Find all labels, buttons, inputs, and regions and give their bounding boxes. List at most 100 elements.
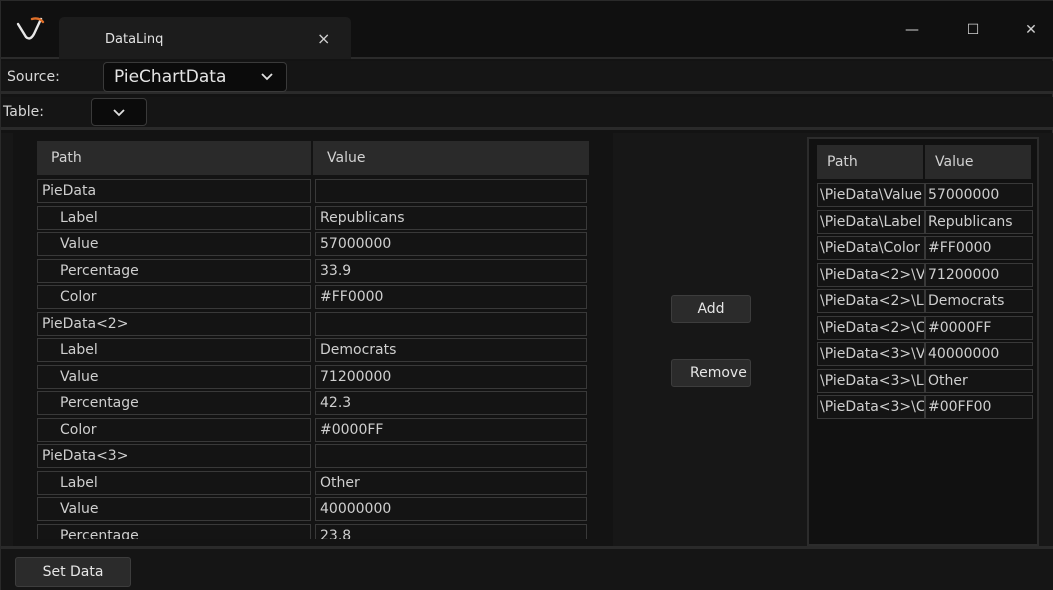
main-area: Path Value PieData Label Republicans Value 5… [1,133,1053,546]
path-cell[interactable]: PieData [37,179,311,203]
close-tab-icon[interactable]: × [317,29,330,48]
tab-datalinq[interactable]: DataLinq × [59,17,351,59]
set-data-button[interactable]: Set Data [15,557,131,587]
value-cell[interactable] [315,444,587,468]
table-row[interactable]: Label Democrats [37,338,593,365]
table-dropdown[interactable] [91,98,147,126]
path-cell[interactable]: Color [37,417,311,442]
value-cell[interactable]: #0000FF [925,315,1033,340]
remove-button[interactable]: Remove [671,359,751,387]
path-cell[interactable]: PieData<2> [37,311,311,336]
maximize-button[interactable]: ☐ [958,15,988,45]
value-cell[interactable] [315,311,587,336]
path-cell[interactable]: Label [37,205,311,230]
selected-data-rows: \PieData\Value 57000000 \PieData\Label Repu… [817,183,1035,422]
minimize-icon: — [905,22,919,38]
source-data-panel: Path Value PieData Label Republicans Value 5… [13,133,613,546]
tab-label: DataLinq [105,32,164,47]
value-cell[interactable]: Republicans [925,209,1033,234]
table-row[interactable]: Percentage 33.9 [37,258,593,286]
table-row[interactable]: PieData [37,179,593,206]
path-cell[interactable]: Value [37,232,311,256]
value-cell[interactable] [315,179,587,203]
value-cell[interactable]: Democrats [315,338,587,362]
table-row[interactable]: \PieData<3>\Value40000000 [817,342,1035,369]
path-cell[interactable]: Color [37,285,311,309]
value-cell[interactable]: 23.8 [315,523,587,539]
path-cell[interactable]: \PieData<3>\Label [817,368,925,393]
value-cell[interactable]: 40000000 [925,342,1033,366]
value-cell[interactable]: Republicans [315,205,587,230]
bottom-bar: Set Data [1,546,1053,590]
action-panel: Add Remove [613,133,807,546]
path-cell[interactable]: \PieData\Color [817,236,925,260]
value-cell[interactable]: #FF0000 [925,236,1033,260]
column-header-path[interactable]: Path [37,141,311,175]
table-row[interactable]: \PieData\Value 57000000 [817,183,1035,210]
path-cell[interactable]: PieData<3> [37,444,311,468]
path-cell[interactable]: \PieData\Label [817,209,925,234]
path-cell[interactable]: Value [37,497,311,521]
value-cell[interactable]: 71200000 [925,262,1033,287]
title-bar: DataLinq × — ☐ ✕ [1,1,1053,59]
path-cell[interactable]: \PieData<3>\Value [817,342,925,366]
table-row[interactable]: \PieData<3>\LabelOther [817,368,1035,396]
value-cell[interactable]: 42.3 [315,391,587,415]
table-row[interactable]: PieData<2> [37,311,593,339]
table-row[interactable]: Value 40000000 [37,497,593,524]
value-cell[interactable]: Other [925,368,1033,393]
value-cell[interactable]: #00FF00 [925,395,1033,419]
value-cell[interactable]: 33.9 [315,258,587,283]
value-cell[interactable]: 57000000 [925,183,1033,207]
source-label: Source: [7,69,60,85]
app-logo-icon [16,17,45,40]
add-button[interactable]: Add [671,295,751,323]
path-cell[interactable]: Percentage [37,523,311,539]
table-row[interactable]: Label Republicans [37,205,593,233]
minimize-button[interactable]: — [897,15,927,45]
value-cell[interactable]: #FF0000 [315,285,587,309]
value-cell[interactable]: 40000000 [315,497,587,521]
table-row: Table: [1,97,1053,130]
value-cell[interactable]: Democrats [925,289,1033,313]
table-row[interactable]: \PieData<2>\LabelDemocrats [817,289,1035,316]
value-cell[interactable]: #0000FF [315,417,587,442]
table-row[interactable]: Percentage 23.8 [37,523,593,539]
path-cell[interactable]: \PieData<2>\Label [817,289,925,313]
source-data-grid: Path Value PieData Label Republicans Value 5… [37,141,603,539]
table-row[interactable]: Color #FF0000 [37,285,593,312]
path-cell[interactable]: Label [37,338,311,362]
path-cell[interactable]: \PieData<3>\Color [817,395,925,419]
table-row[interactable]: \PieData\Label Republicans [817,209,1035,237]
path-cell[interactable]: Percentage [37,258,311,283]
path-cell[interactable]: Value [37,364,311,389]
column-header-path[interactable]: Path [817,145,923,179]
column-header-value[interactable]: Value [925,145,1031,179]
table-row[interactable]: Value 71200000 [37,364,593,392]
path-cell[interactable]: \PieData<2>\Color [817,315,925,340]
path-cell[interactable]: Label [37,470,311,495]
table-row[interactable]: Value 57000000 [37,232,593,259]
source-dropdown-value: PieChartData [114,67,227,87]
value-cell[interactable]: Other [315,470,587,495]
source-dropdown[interactable]: PieChartData [103,62,287,92]
table-row[interactable]: PieData<3> [37,444,593,471]
table-row[interactable]: \PieData<2>\Color#0000FF [817,315,1035,343]
source-data-rows: PieData Label Republicans Value 57000000 Perc… [37,179,593,539]
close-icon: ✕ [1025,22,1037,38]
table-label: Table: [3,104,44,120]
table-row[interactable]: Percentage 42.3 [37,391,593,418]
close-window-button[interactable]: ✕ [1016,15,1046,45]
table-row[interactable]: Color #0000FF [37,417,593,445]
table-row[interactable]: \PieData<2>\Value71200000 [817,262,1035,290]
table-row[interactable]: Label Other [37,470,593,498]
path-cell[interactable]: \PieData\Value [817,183,925,207]
path-cell[interactable]: \PieData<2>\Value [817,262,925,287]
column-header-value[interactable]: Value [313,141,589,175]
value-cell[interactable]: 57000000 [315,232,587,256]
value-cell[interactable]: 71200000 [315,364,587,389]
table-row[interactable]: \PieData<3>\Color#00FF00 [817,395,1035,422]
selected-data-panel: Path Value \PieData\Value 57000000 \PieDat… [807,137,1039,546]
path-cell[interactable]: Percentage [37,391,311,415]
table-row[interactable]: \PieData\Color #FF0000 [817,236,1035,263]
